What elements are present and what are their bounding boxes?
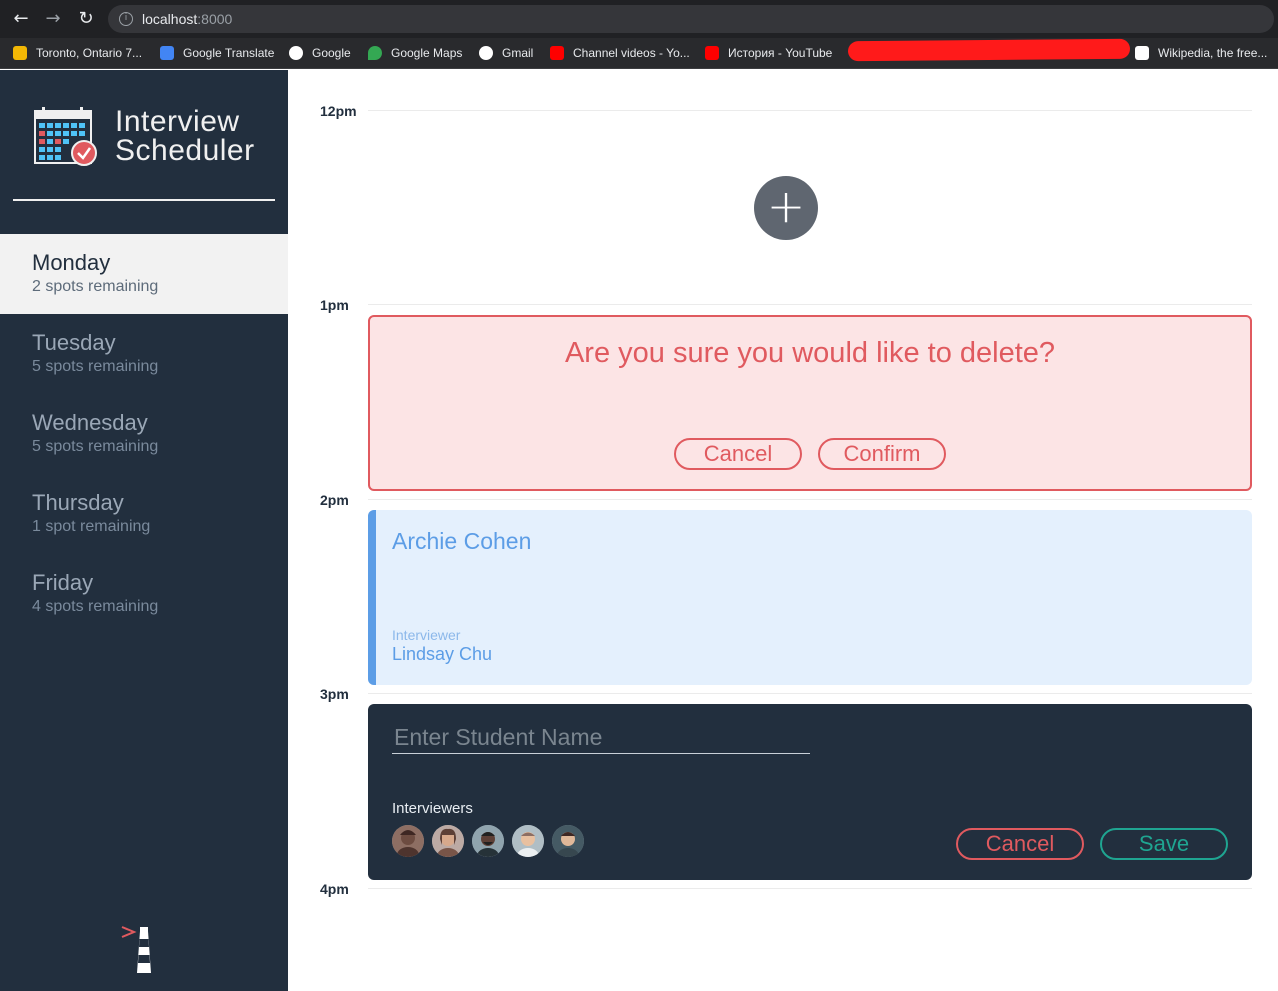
delete-confirm-card: Are you sure you would like to delete? C… [368,315,1252,491]
day-name: Wednesday [32,410,148,435]
time-label-12pm: 12pm [320,103,357,119]
hour-divider [368,499,1252,500]
bookmark-label: Channel videos - Yo... [573,46,690,60]
add-appointment-button[interactable]: + [754,176,818,240]
time-label-4pm: 4pm [320,881,349,897]
day-spots: 1 spot remaining [32,518,151,535]
schedule: 12pm + 1pm Are you sure you would like t… [288,70,1278,991]
google-icon [479,46,493,60]
interviewers-label: Interviewers [392,800,473,817]
avatar-icon [512,825,544,857]
youtube-icon [705,46,719,60]
address-bar[interactable]: i localhost:8000 [108,5,1274,33]
app-title: Interview Scheduler [115,105,255,167]
time-label-3pm: 3pm [320,686,349,702]
google-icon [289,46,303,60]
avatar-icon [472,825,504,857]
appointment-accent-bar [368,510,376,685]
sidebar-divider [13,199,275,201]
youtube-icon [550,46,564,60]
day-spots: 5 spots remaining [32,438,159,455]
bookmark-label: История - YouTube [728,46,833,60]
calendar-logo-icon [34,107,97,166]
app-title-line2: Scheduler [115,134,255,167]
avatar-icon [392,825,424,857]
appointment-student-name: Archie Cohen [392,528,532,554]
day-name: Thursday [32,490,124,515]
student-name-input[interactable] [392,722,810,754]
translate-icon [160,46,174,60]
interviewer-avatar[interactable] [432,825,464,857]
bookmark-youtube-history[interactable]: История - YouTube [705,44,832,62]
day-spots: 4 spots remaining [32,598,159,615]
bookmark-label: Wikipedia, the free... [1158,46,1268,60]
weather-icon [13,46,27,60]
hour-divider [368,888,1252,889]
day-item-tuesday[interactable]: Tuesday 5 spots remaining [0,314,288,394]
save-button[interactable]: Save [1100,828,1228,860]
bookmark-google-maps[interactable]: Google Maps [368,44,462,62]
appointment-card[interactable]: Archie Cohen Interviewer Lindsay Chu [368,510,1252,685]
appointment-interviewer-name: Lindsay Chu [392,644,493,664]
day-item-wednesday[interactable]: Wednesday 5 spots remaining [0,394,288,474]
bookmark-label: Gmail [502,46,534,60]
browser-toolbar: ← → ↻ i localhost:8000 [0,0,1278,38]
interviewer-avatar[interactable] [392,825,424,857]
avatar-icon [552,825,584,857]
day-name: Friday [32,570,94,595]
cancel-delete-button[interactable]: Cancel [674,438,802,470]
bookmark-label: Toronto, Ontario 7... [36,46,143,60]
appointment-form: Interviewers Cancel Save [368,704,1252,880]
bookmark-label: Google Translate [183,46,275,60]
bookmark-toronto[interactable]: Toronto, Ontario 7... [13,44,142,62]
url-host: localhost [142,11,198,27]
day-spots: 5 spots remaining [32,358,159,375]
avatar-icon [432,825,464,857]
app-title-line1: Interview [115,105,240,138]
bookmark-label: Google [312,46,351,60]
hour-divider [368,304,1252,305]
bookmark-google[interactable]: Google [289,44,351,62]
back-arrow-icon[interactable]: ← [11,9,31,29]
day-item-monday[interactable]: Monday 2 spots remaining [0,234,288,314]
redaction-mark [847,38,1131,62]
time-label-1pm: 1pm [320,297,349,313]
time-label-2pm: 2pm [320,492,349,508]
wikipedia-icon [1135,46,1149,60]
bookmark-channel-videos[interactable]: Channel videos - Yo... [550,44,690,62]
bookmark-label: Google Maps [391,46,463,60]
day-name: Tuesday [32,330,116,355]
plus-icon: + [766,179,806,233]
bookmark-google-translate[interactable]: Google Translate [160,44,274,62]
cancel-form-button[interactable]: Cancel [956,828,1084,860]
bookmark-wikipedia[interactable]: Wikipedia, the free... [1135,44,1267,62]
url-text: localhost:8000 [142,11,232,27]
hour-divider [368,110,1252,111]
maps-pin-icon [368,46,382,60]
hour-divider [368,693,1252,694]
forward-arrow-icon[interactable]: → [43,9,63,29]
info-icon[interactable]: i [119,12,133,26]
appointment-interviewer-label: Interviewer [392,627,461,643]
bookmark-gmail[interactable]: Gmail [479,44,533,62]
sidebar: Interview Scheduler Monday 2 spots remai… [0,70,288,991]
reload-icon[interactable]: ↻ [76,9,96,29]
interviewer-avatar[interactable] [472,825,504,857]
day-item-friday[interactable]: Friday 4 spots remaining [0,554,288,634]
delete-confirm-message: Are you sure you would like to delete? [564,337,1056,369]
interviewer-avatar[interactable] [552,825,584,857]
url-port: :8000 [197,11,233,27]
interviewer-avatar[interactable] [512,825,544,857]
confirm-delete-button[interactable]: Confirm [818,438,946,470]
day-name: Monday [32,250,111,275]
day-spots: 2 spots remaining [32,278,159,295]
lighthouse-logo-icon [121,926,151,973]
day-item-thursday[interactable]: Thursday 1 spot remaining [0,474,288,554]
